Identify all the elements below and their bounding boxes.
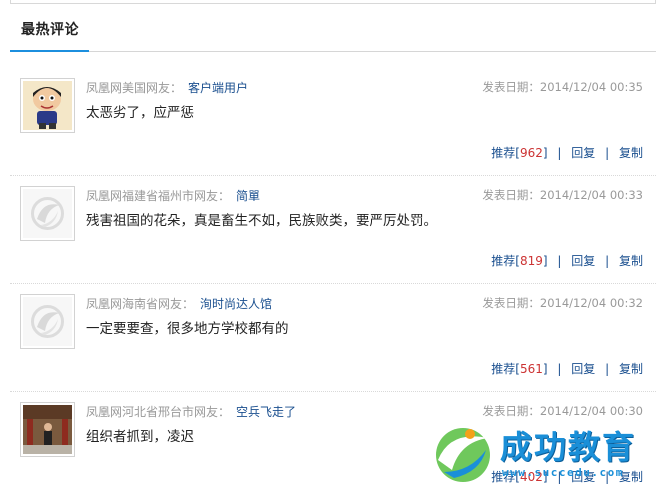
comment-date: 发表日期：2014/12/04 00:32 [482, 295, 643, 311]
copy-button[interactable]: 复制 [619, 146, 643, 160]
recommend-count: 962 [519, 146, 543, 160]
comment-date: 发表日期：2014/12/04 00:33 [482, 187, 643, 203]
copy-button[interactable]: 复制 [619, 254, 643, 268]
date-prefix: 发表日期： [482, 404, 540, 418]
comment-item: 凤凰网福建省福州市网友： 简單 发表日期：2014/12/04 00:33 残害祖… [10, 176, 656, 284]
separator: | [605, 362, 610, 376]
comment-actions: 推荐[819] | 回复 | 复制 [491, 252, 643, 269]
comment-meta: 凤凰网海南省网友： 洵时尚达人馆 [86, 295, 272, 312]
tab-bar: 最热评论 [10, 5, 656, 52]
date-value: 2014/12/04 00:35 [539, 80, 643, 94]
date-prefix: 发表日期： [482, 188, 540, 202]
comment-actions: 推荐[561] | 回复 | 复制 [491, 360, 643, 377]
copy-button[interactable]: 复制 [619, 362, 643, 376]
comment-content: 一定要要查，很多地方学校都有的 [86, 321, 289, 337]
date-value: 2014/12/04 00:30 [539, 404, 643, 418]
separator: | [557, 254, 562, 268]
comment-username[interactable]: 洵时尚达人馆 [200, 297, 272, 311]
date-value: 2014/12/04 00:33 [539, 188, 643, 202]
comment-username[interactable]: 简單 [236, 189, 260, 203]
separator: | [557, 362, 562, 376]
default-avatar-icon [23, 189, 72, 238]
top-frame-line [10, 0, 656, 4]
photo-avatar-icon [23, 405, 72, 454]
comment-item: 凤凰网美国网友： 客户端用户 发表日期：2014/12/04 00:35 太恶劣了… [10, 68, 656, 176]
reply-button[interactable]: 回复 [571, 362, 595, 376]
comment-date: 发表日期：2014/12/04 00:30 [482, 403, 643, 419]
comment-location: 凤凰网福建省福州市网友： [86, 189, 231, 203]
comment-actions: 推荐[962] | 回复 | 复制 [491, 144, 643, 161]
watermark-title: 成功教育 [500, 428, 637, 466]
comment-content: 组织者抓到，凌迟 [86, 429, 194, 445]
comment-location: 凤凰网美国网友： [86, 81, 183, 95]
recommend-label: 推荐 [491, 362, 516, 376]
separator: | [605, 146, 610, 160]
recommend-count: 561 [519, 362, 543, 376]
comment-item: 凤凰网海南省网友： 洵时尚达人馆 发表日期：2014/12/04 00:32 一定… [10, 284, 656, 392]
recommend-button[interactable]: 推荐[819] [491, 254, 547, 268]
watermark-url: www.succedu.com [502, 466, 624, 479]
avatar[interactable] [20, 78, 75, 133]
default-avatar-icon [23, 297, 72, 346]
comment-location: 凤凰网海南省网友： [86, 297, 195, 311]
date-prefix: 发表日期： [482, 80, 540, 94]
recommend-button[interactable]: 推荐[561] [491, 362, 547, 376]
tab-hot-comments[interactable]: 最热评论 [10, 5, 89, 52]
tab-hot-comments-label: 最热评论 [21, 22, 79, 38]
cartoon-avatar-icon [23, 81, 72, 130]
comment-username[interactable]: 空兵飞走了 [236, 405, 296, 419]
recommend-label: 推荐 [491, 254, 516, 268]
comment-meta: 凤凰网美国网友： 客户端用户 [86, 79, 248, 96]
comment-date: 发表日期：2014/12/04 00:35 [482, 79, 643, 95]
watermark: 成功教育 www.succedu.com [430, 420, 660, 492]
avatar[interactable] [20, 402, 75, 457]
comment-meta: 凤凰网福建省福州市网友： 简單 [86, 187, 260, 204]
comment-content: 残害祖国的花朵，真是畜生不如，民族败类，要严厉处罚。 [86, 213, 437, 229]
recommend-button[interactable]: 推荐[962] [491, 146, 547, 160]
recommend-count: 819 [519, 254, 543, 268]
swoosh-logo-icon [436, 428, 490, 482]
date-value: 2014/12/04 00:32 [539, 296, 643, 310]
comment-username[interactable]: 客户端用户 [188, 81, 248, 95]
date-prefix: 发表日期： [482, 296, 540, 310]
avatar[interactable] [20, 186, 75, 241]
reply-button[interactable]: 回复 [571, 254, 595, 268]
separator: | [557, 146, 562, 160]
recommend-label: 推荐 [491, 146, 516, 160]
reply-button[interactable]: 回复 [571, 146, 595, 160]
separator: | [605, 254, 610, 268]
comment-meta: 凤凰网河北省邢台市网友： 空兵飞走了 [86, 403, 296, 420]
comment-content: 太恶劣了，应严惩 [86, 105, 194, 121]
comment-location: 凤凰网河北省邢台市网友： [86, 405, 231, 419]
avatar[interactable] [20, 294, 75, 349]
